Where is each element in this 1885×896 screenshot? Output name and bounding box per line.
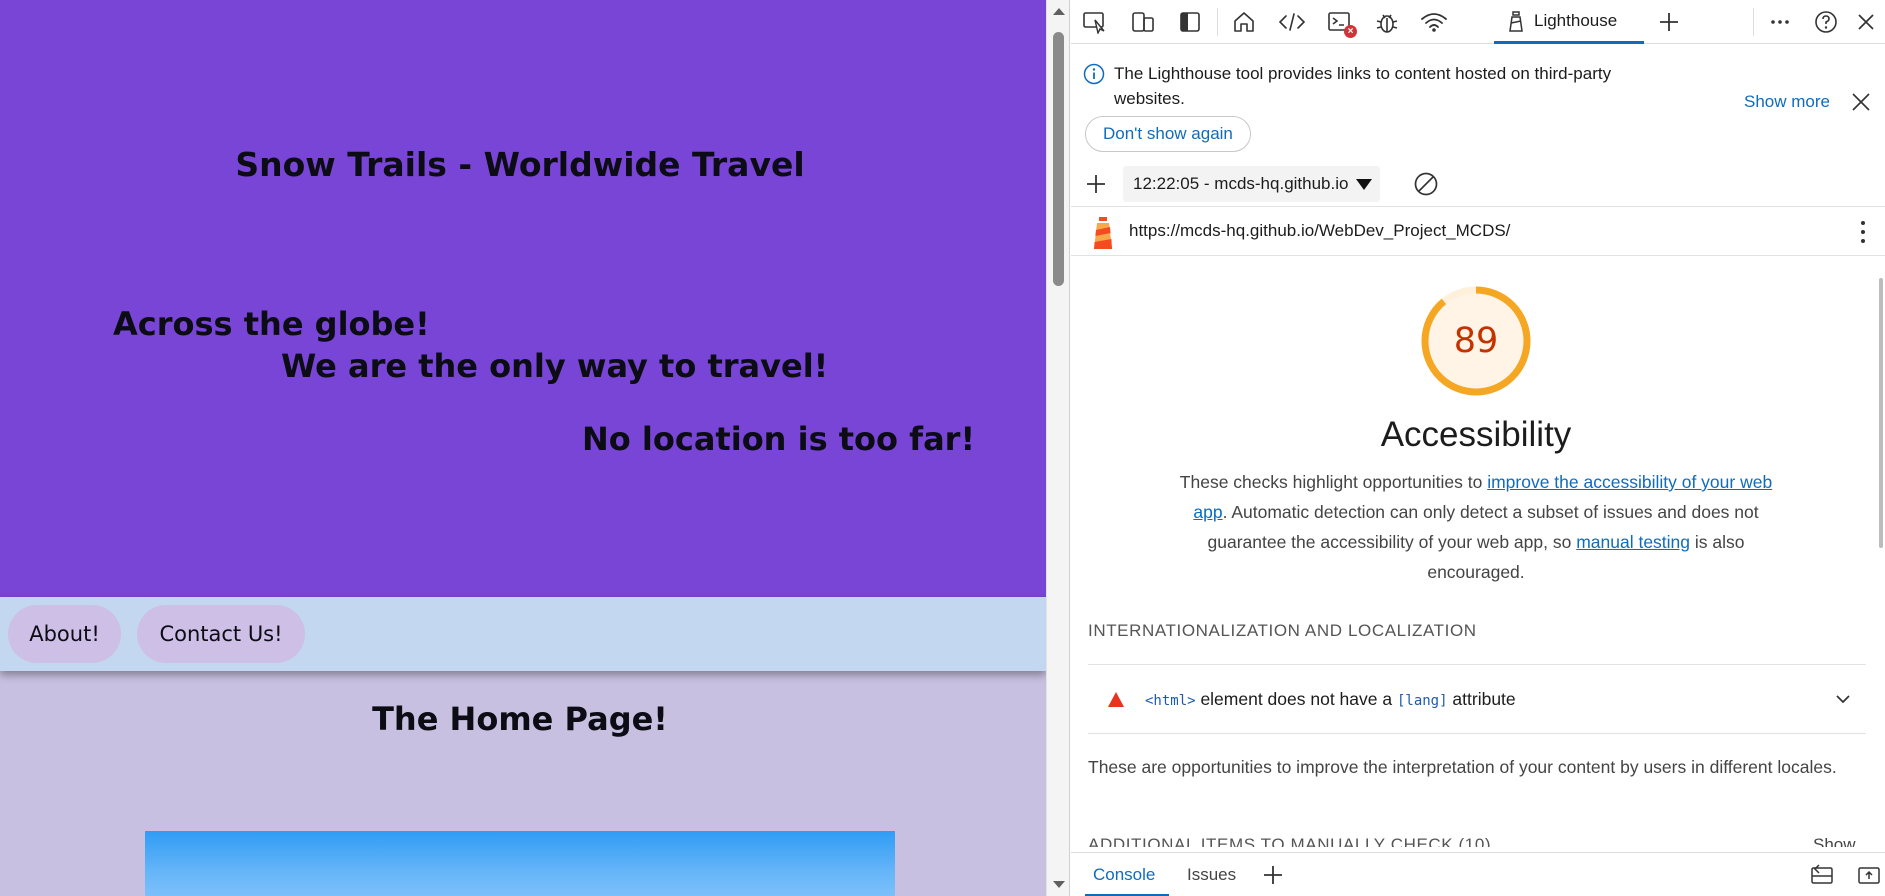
- dont-show-again-button[interactable]: Don't show again: [1085, 116, 1251, 152]
- audit-code-html: <html>: [1145, 693, 1196, 709]
- lighthouse-logo-icon: [1094, 217, 1112, 249]
- manual-checks-title: ADDITIONAL ITEMS TO MANUALLY CHECK (10): [1088, 835, 1492, 847]
- scroll-down-arrow-icon[interactable]: [1053, 881, 1065, 888]
- devtools-drawer: Console Issues: [1071, 852, 1885, 896]
- close-devtools-icon[interactable]: [1850, 6, 1882, 38]
- audit-text-part: attribute: [1447, 689, 1516, 709]
- category-title: Accessibility: [1380, 415, 1572, 454]
- lighthouse-icon: [1509, 10, 1523, 32]
- website-viewport: Snow Trails - Worldwide Travel Across th…: [0, 0, 1046, 896]
- clear-reports-icon[interactable]: [1412, 170, 1440, 198]
- info-banner: The Lighthouse tool provides links to co…: [1071, 45, 1885, 157]
- tab-lighthouse[interactable]: Lighthouse: [1494, 0, 1644, 44]
- site-navbar: About! Contact Us!: [0, 597, 1046, 671]
- fail-triangle-icon: [1108, 692, 1124, 707]
- manual-testing-link[interactable]: manual testing: [1576, 532, 1690, 552]
- devtools-panel: × Lighthouse The Lighthouse tool provide…: [1071, 0, 1885, 896]
- more-options-icon[interactable]: [1764, 6, 1796, 38]
- add-drawer-tab-plus-icon[interactable]: [1261, 863, 1285, 887]
- audited-url: https://mcds-hq.github.io/WebDev_Project…: [1129, 221, 1511, 240]
- section-title-i18n: INTERNATIONALIZATION AND LOCALIZATION: [1088, 621, 1477, 640]
- description-text: These checks highlight opportunities to: [1179, 472, 1488, 492]
- elements-icon[interactable]: [1276, 6, 1308, 38]
- show-more-link[interactable]: Show more: [1744, 92, 1830, 112]
- dock-drawer-icon[interactable]: [1809, 863, 1835, 887]
- sources-bug-icon[interactable]: [1371, 6, 1403, 38]
- device-emulation-icon[interactable]: [1127, 6, 1159, 38]
- accessibility-score: 89: [1453, 321, 1499, 361]
- network-icon[interactable]: [1418, 6, 1450, 38]
- toolbar-separator: [1217, 8, 1218, 36]
- devtools-toolbar: × Lighthouse: [1071, 0, 1885, 44]
- banner-close-icon[interactable]: [1848, 89, 1874, 115]
- sky-image: [145, 831, 895, 896]
- inspect-icon[interactable]: [1079, 6, 1111, 38]
- page-scroll-thumb[interactable]: [1053, 32, 1064, 286]
- welcome-home-icon[interactable]: [1228, 6, 1260, 38]
- section-description: These are opportunities to improve the i…: [1088, 757, 1837, 777]
- report-scroll-thumb[interactable]: [1879, 278, 1883, 548]
- help-icon[interactable]: [1810, 6, 1842, 38]
- lighthouse-report: 89 Accessibility These checks highlight …: [1071, 257, 1885, 847]
- site-title: Snow Trails - Worldwide Travel: [235, 145, 805, 184]
- toolbar-separator: [1753, 8, 1754, 36]
- undock-drawer-icon[interactable]: [1856, 863, 1882, 887]
- chevron-down-icon[interactable]: [1833, 689, 1853, 709]
- scroll-up-arrow-icon[interactable]: [1053, 8, 1065, 15]
- new-report-plus-icon[interactable]: [1081, 169, 1111, 199]
- tagline-globe: Across the globe!: [113, 305, 430, 343]
- tagline-travel: We are the only way to travel!: [281, 347, 829, 385]
- report-select[interactable]: 12:22:05 - mcds-hq.github.io: [1123, 166, 1380, 202]
- page-scrollbar[interactable]: [1046, 0, 1070, 896]
- console-error-badge: ×: [1344, 25, 1357, 38]
- contact-button[interactable]: Contact Us!: [137, 605, 305, 663]
- chevron-down-icon: [1356, 179, 1372, 190]
- more-tools-icon[interactable]: [1653, 6, 1685, 38]
- home-page-heading: The Home Page!: [372, 700, 668, 738]
- audit-html-lang[interactable]: <html> element does not have a [lang] at…: [1088, 664, 1866, 734]
- report-menu-icon[interactable]: [1851, 218, 1875, 246]
- tagline-location: No location is too far!: [582, 420, 976, 458]
- dock-side-icon[interactable]: [1174, 6, 1206, 38]
- tab-issues[interactable]: Issues: [1187, 853, 1236, 896]
- console-icon[interactable]: ×: [1324, 6, 1357, 38]
- tab-console[interactable]: Console: [1093, 853, 1155, 896]
- report-selector-row: 12:22:05 - mcds-hq.github.io: [1071, 161, 1885, 207]
- info-banner-message: The Lighthouse tool provides links to co…: [1114, 64, 1612, 108]
- report-select-value: 12:22:05 - mcds-hq.github.io: [1133, 174, 1349, 193]
- report-scrollbar[interactable]: [1879, 270, 1885, 830]
- category-description: These checks highlight opportunities to …: [1176, 467, 1776, 587]
- audit-code-lang: [lang]: [1396, 693, 1448, 709]
- show-manual-checks-button[interactable]: Show: [1813, 835, 1856, 847]
- info-icon: [1083, 63, 1105, 85]
- audited-url-row: https://mcds-hq.github.io/WebDev_Project…: [1071, 208, 1885, 256]
- hero-section: Snow Trails - Worldwide Travel Across th…: [0, 0, 1046, 597]
- audit-text-part: element does not have a: [1195, 689, 1397, 709]
- about-button[interactable]: About!: [8, 605, 121, 663]
- tab-lighthouse-label: Lighthouse: [1534, 10, 1618, 30]
- audit-title: <html> element does not have a [lang] at…: [1145, 689, 1516, 710]
